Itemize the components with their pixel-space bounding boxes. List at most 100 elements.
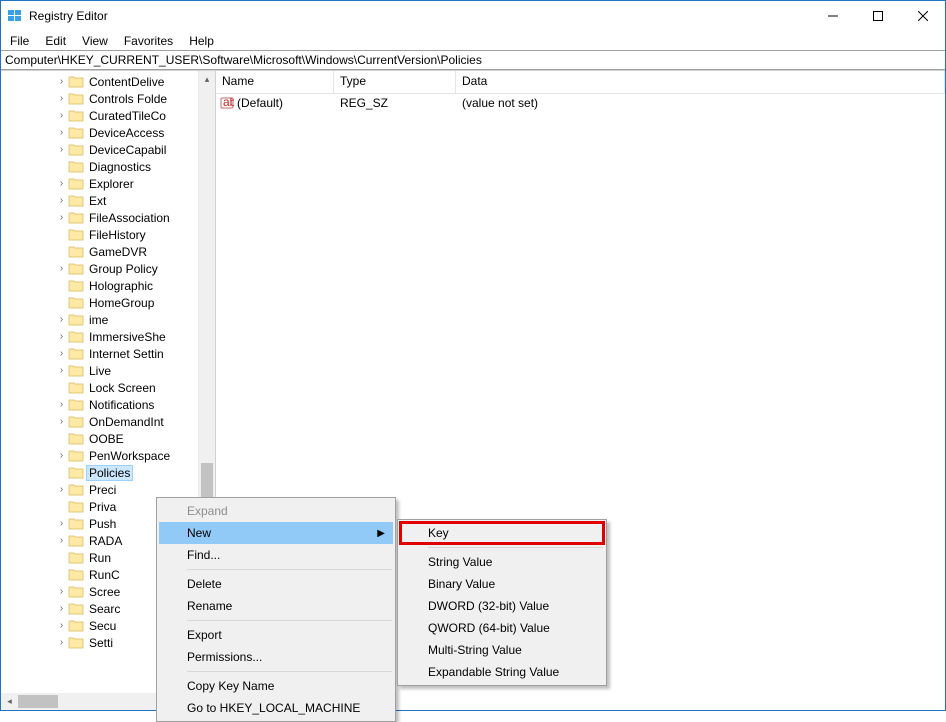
ctx-find[interactable]: Find... bbox=[159, 544, 393, 566]
scroll-up-icon[interactable]: ▴ bbox=[199, 71, 215, 88]
title-bar[interactable]: Registry Editor bbox=[1, 1, 945, 31]
tree-item[interactable]: FileHistory bbox=[1, 226, 215, 243]
col-name[interactable]: Name bbox=[216, 71, 334, 93]
ctx-expand: Expand bbox=[159, 500, 393, 522]
expand-icon[interactable]: › bbox=[56, 637, 67, 648]
expand-icon[interactable]: › bbox=[56, 127, 67, 138]
expand-icon[interactable]: › bbox=[56, 93, 67, 104]
tree-item[interactable]: ›Notifications bbox=[1, 396, 215, 413]
context-submenu-new[interactable]: Key String ValueBinary ValueDWORD (32-bit… bbox=[397, 519, 607, 686]
tree-item[interactable]: ›Internet Settin bbox=[1, 345, 215, 362]
expand-icon[interactable]: › bbox=[56, 144, 67, 155]
maximize-button[interactable] bbox=[855, 1, 900, 31]
title-text: Registry Editor bbox=[29, 9, 810, 23]
tree-item[interactable]: GameDVR bbox=[1, 243, 215, 260]
ctx-new[interactable]: New▶ bbox=[159, 522, 393, 544]
ctx-new-key[interactable]: Key bbox=[400, 522, 604, 544]
tree-item[interactable]: › Preci bbox=[1, 481, 215, 498]
ctx-export[interactable]: Export bbox=[159, 624, 393, 646]
ctx-go-to-hkey-local-machine[interactable]: Go to HKEY_LOCAL_MACHINE bbox=[159, 697, 393, 719]
folder-icon bbox=[68, 449, 84, 462]
tree-item[interactable]: ›CuratedTileCo bbox=[1, 107, 215, 124]
expand-icon[interactable]: › bbox=[56, 178, 67, 189]
expand-icon[interactable]: › bbox=[56, 314, 67, 325]
col-type[interactable]: Type bbox=[334, 71, 456, 93]
tree-item[interactable]: Lock Screen bbox=[1, 379, 215, 396]
tree-item[interactable]: ›Controls Folde bbox=[1, 90, 215, 107]
expand-icon[interactable]: › bbox=[56, 365, 67, 376]
folder-icon bbox=[68, 126, 84, 139]
expand-icon[interactable]: › bbox=[56, 603, 67, 614]
menu-separator bbox=[187, 569, 392, 570]
tree-item[interactable]: ›Group Policy bbox=[1, 260, 215, 277]
minimize-button[interactable] bbox=[810, 1, 855, 31]
tree-item[interactable]: Holographic bbox=[1, 277, 215, 294]
ctx-new-string-value[interactable]: String Value bbox=[400, 551, 604, 573]
folder-icon bbox=[68, 279, 84, 292]
tree-item[interactable]: ›DeviceCapabil bbox=[1, 141, 215, 158]
expand-icon[interactable]: › bbox=[56, 195, 67, 206]
expand-icon[interactable]: › bbox=[56, 331, 67, 342]
tree-item[interactable]: ›ImmersiveShe bbox=[1, 328, 215, 345]
expand-icon[interactable]: › bbox=[56, 484, 67, 495]
tree-item-label: RADA bbox=[87, 534, 124, 548]
menu-help[interactable]: Help bbox=[182, 33, 221, 49]
expand-icon[interactable]: › bbox=[56, 212, 67, 223]
folder-icon bbox=[68, 619, 84, 632]
tree-item[interactable]: HomeGroup bbox=[1, 294, 215, 311]
tree-item[interactable]: Diagnostics bbox=[1, 158, 215, 175]
tree-item-label: Ext bbox=[87, 194, 108, 208]
expand-icon[interactable]: › bbox=[56, 348, 67, 359]
tree-item-label: DeviceAccess bbox=[87, 126, 166, 140]
tree-item[interactable]: ›OnDemandInt bbox=[1, 413, 215, 430]
menu-view[interactable]: View bbox=[75, 33, 115, 49]
scroll-left-icon[interactable]: ◂ bbox=[1, 696, 18, 707]
ctx-rename[interactable]: Rename bbox=[159, 595, 393, 617]
address-bar[interactable]: Computer\HKEY_CURRENT_USER\Software\Micr… bbox=[1, 50, 945, 70]
string-value-icon: ab bbox=[220, 96, 234, 110]
tree-item[interactable]: ›FileAssociation bbox=[1, 209, 215, 226]
expand-icon[interactable]: › bbox=[56, 450, 67, 461]
tree-item[interactable]: › DeviceAccess bbox=[1, 124, 215, 141]
tree-item-label: OOBE bbox=[87, 432, 126, 446]
expand-icon[interactable]: › bbox=[56, 399, 67, 410]
tree-item-label: Preci bbox=[87, 483, 118, 497]
tree-item[interactable]: ›ime bbox=[1, 311, 215, 328]
ctx-new-expandable-string-value[interactable]: Expandable String Value bbox=[400, 661, 604, 683]
context-menu[interactable]: ExpandNew▶Find... DeleteRename Export Permi… bbox=[156, 497, 396, 722]
list-row[interactable]: ab(Default)REG_SZ(value not set) bbox=[216, 94, 945, 112]
menu-favorites[interactable]: Favorites bbox=[117, 33, 180, 49]
hscroll-thumb[interactable] bbox=[18, 695, 58, 708]
ctx-delete[interactable]: Delete bbox=[159, 573, 393, 595]
expand-icon[interactable]: › bbox=[56, 110, 67, 121]
tree-item[interactable]: ›PenWorkspace bbox=[1, 447, 215, 464]
ctx-permissions[interactable]: Permissions... bbox=[159, 646, 393, 668]
tree-item[interactable]: › Ext bbox=[1, 192, 215, 209]
close-icon bbox=[918, 11, 928, 21]
expand-icon[interactable]: › bbox=[56, 263, 67, 274]
ctx-new-binary-value[interactable]: Binary Value bbox=[400, 573, 604, 595]
col-data[interactable]: Data bbox=[456, 71, 945, 93]
tree-item[interactable]: ›ContentDelive bbox=[1, 73, 215, 90]
ctx-new-qword-64-bit-value[interactable]: QWORD (64-bit) Value bbox=[400, 617, 604, 639]
expand-icon[interactable]: › bbox=[56, 76, 67, 87]
tree-item[interactable]: Policies bbox=[1, 464, 215, 481]
expand-icon[interactable]: › bbox=[56, 416, 67, 427]
tree-item-label: Diagnostics bbox=[87, 160, 153, 174]
folder-icon bbox=[68, 245, 84, 258]
tree-item[interactable]: ›Live bbox=[1, 362, 215, 379]
ctx-new-dword-32-bit-value[interactable]: DWORD (32-bit) Value bbox=[400, 595, 604, 617]
expand-icon[interactable]: › bbox=[56, 518, 67, 529]
ctx-copy-key-name[interactable]: Copy Key Name bbox=[159, 675, 393, 697]
expand-icon[interactable]: › bbox=[56, 535, 67, 546]
expand-icon[interactable]: › bbox=[56, 586, 67, 597]
svg-text:ab: ab bbox=[223, 96, 234, 109]
menu-edit[interactable]: Edit bbox=[38, 33, 73, 49]
tree-item[interactable]: OOBE bbox=[1, 430, 215, 447]
close-button[interactable] bbox=[900, 1, 945, 31]
ctx-new-multi-string-value[interactable]: Multi-String Value bbox=[400, 639, 604, 661]
expand-icon[interactable]: › bbox=[56, 620, 67, 631]
menu-item-label: Permissions... bbox=[187, 650, 262, 664]
menu-file[interactable]: File bbox=[3, 33, 36, 49]
tree-item[interactable]: ›Explorer bbox=[1, 175, 215, 192]
